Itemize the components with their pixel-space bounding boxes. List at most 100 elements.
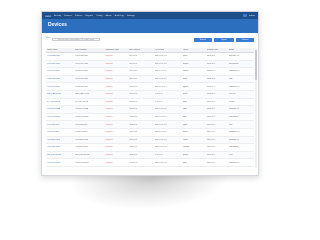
nav-item-config[interactable]: Config [96,15,102,17]
table-row[interactable]: C02XK1ABJGH5 C02XK1ABJGH5 Compliant 10/12/2… [46,53,254,61]
column-header-device-name[interactable]: Device Name [46,49,74,51]
table-row[interactable]: C02XK9IJJGHD C02XK9IJJGHD Compliant 10/07/2… [46,129,254,137]
table-row[interactable]: DMPQ2BCDEFGH DMPQ2BCDEFGH Compliant 10/06/2… [46,151,254,160]
table-row[interactable]: C02XK7GHJGHB C02XK7GHJGHB Compliant 10/08/2… [46,114,254,122]
table-cell: 10/10/2017 [129,85,138,88]
column-header-enrolled[interactable]: Enrolled Date [206,49,228,51]
table-cell: Compliant [105,123,113,126]
table-row[interactable]: C02XK5EFJGH9 C02XK5EFJGH9 Compliant 10/10/2… [46,83,254,91]
table-cell: 10/10/2017 [129,93,138,96]
table-cell: 06/01/2017 [207,55,216,58]
table-cell: 06/07/2017 [207,100,216,103]
table-cell: fyellow [183,154,189,157]
table-cell: Compliant [105,146,113,149]
table-cell: C02XKBKLJGHF [75,146,88,149]
table-cell[interactable]: C02XK8HIJGHC [46,124,74,126]
table-cell[interactable]: C02XK6FGJGHA [46,108,74,110]
scrollbar-thumb[interactable] [255,50,257,80]
table-cell[interactable]: C02XK3CDJGH7 [46,70,74,72]
table-cell[interactable]: C02XK9IJJGHD [46,131,74,133]
nav-item-audit-log[interactable]: Audit Log [115,15,124,17]
table-cell[interactable]: C02XKCLMJGHG [46,162,74,164]
table-cell: 10/07/2017 [129,138,138,141]
table-cell[interactable]: C02XK2BCJGH6 [46,63,74,65]
table-cell[interactable]: C02XK1ABJGH5 [46,55,74,57]
table-cell[interactable]: DMPQ1ABCDEFG [46,93,74,95]
table-cell[interactable]: C02XK5EFJGH9 [46,86,74,88]
table-cell: iOS 11.0.2 [155,154,163,157]
column-header-serial-number[interactable]: Serial Number [74,49,104,51]
table-cell: 10/06/2017 [129,154,138,157]
table-cell: kbrown [183,70,189,73]
nav-item-devices[interactable]: Devices [64,15,72,17]
table-cell: 06/11/2017 [207,131,216,134]
screenshot-stage: nelo Activity Devices Policies Reports C… [0,0,300,225]
table-cell: macOS 10.13.0 [155,131,167,134]
table-cell: macOS 10.12.5 [155,78,167,81]
table-cell[interactable]: DMPQ2BCDEFGH [46,154,74,156]
table-cell[interactable]: C02XKBKLJGHF [46,146,74,148]
columns-button[interactable]: Columns [236,38,254,42]
table-cell: 10/12/2017 [129,55,138,58]
table-cell: Compliant [105,78,113,81]
column-header-os-version[interactable]: OS Version [154,49,182,51]
page-title: Devices [48,22,67,28]
table-row[interactable]: DMPQ1ABCDEFG DMPQ1ABCDEFG Compliant 10/10/2… [46,90,254,99]
table-cell: lwhite [183,78,188,81]
table-cell: 06/03/2017 [207,70,216,73]
user-menu[interactable]: admin [249,15,255,17]
table-cell[interactable]: C02XKAJKJGHE [46,139,74,141]
table-cell: macOS 10.12.6 [155,85,167,88]
table-cell: 10/09/2017 [129,100,138,103]
table-row[interactable]: C02XKBKLJGHF C02XKBKLJGHF Compliant 10/06/2… [46,144,254,152]
table-cell: 10/06/2017 [129,146,138,149]
export-button[interactable]: Export [214,38,234,42]
refresh-button[interactable]: Refresh [194,38,212,42]
table-cell: 06/09/2017 [207,116,216,119]
table-cell: Compliant [105,108,113,111]
notification-icon[interactable] [243,14,248,17]
column-header-owner[interactable]: Owner [182,49,206,51]
nav-item-activity[interactable]: Activity [54,15,61,17]
table-row[interactable]: C02XK3CDJGH7 C02XK3CDJGH7 Compliant 10/11/2… [46,68,254,76]
table-cell: Compliant [105,70,113,73]
table-cell: C02XK2BCJGH6 [75,62,88,65]
table-cell: DMPQ2BCDEFGH [75,154,90,157]
table-cell: MacBook Pro [229,108,240,111]
column-header-compliance[interactable]: Compliance State [104,49,128,51]
table-row[interactable]: C02XK6FGJGHA C02XK6FGJGHA Compliant 10/09/2… [46,106,254,114]
table-cell: macOS 10.12.6 [155,138,167,141]
nav-item-admin[interactable]: Admin [105,15,111,17]
table-row[interactable]: C02XKCLMJGHG C02XKCLMJGHG Compliant 10/05/2… [46,159,254,167]
table-cell: 10/05/2017 [129,161,138,164]
table-cell: mjones [183,62,189,65]
table-cell: 10/11/2017 [129,78,138,81]
table-cell[interactable]: C02XK4DEJGH8 [46,78,74,80]
vertical-scrollbar[interactable] [255,48,257,168]
nav-right-group: admin [243,14,255,17]
table-cell[interactable]: F17T2BCDEFGH [46,101,74,103]
table-cell: bsilver [183,131,188,134]
nav-item-reports[interactable]: Reports [85,15,93,17]
table-cell: sblue [183,108,188,111]
column-header-model[interactable]: Model [228,49,254,51]
nav-item-policies[interactable]: Policies [75,15,83,17]
column-header-last-checkin[interactable]: Last Check-in [128,49,154,51]
filter-hint: Filter by name, serial number, OS, model… [58,39,96,41]
table-cell: 06/02/2017 [207,62,216,65]
table-row[interactable]: C02XK2BCJGH6 C02XK2BCJGH6 Compliant 10/12/2… [46,60,254,69]
table-row[interactable]: C02XKAJKJGHE C02XKAJKJGHE Compliant 10/07/2… [46,136,254,145]
table-row[interactable]: C02XK8HIJGHC C02XK8HIJGHC Compliant 10/08/2… [46,121,254,129]
table-cell[interactable]: C02XK7GHJGHB [46,116,74,118]
table-row[interactable]: F17T2BCDEFGH F17T2BCDEFGH Compliant 10/09/2… [46,99,254,107]
nav-item-settings[interactable]: Settings [127,15,135,17]
table-cell: 10/08/2017 [129,123,138,126]
table-cell: macOS 10.12.4 [155,123,167,126]
table-cell: MacBook Pro [229,55,240,58]
table-body: C02XK1ABJGH5 C02XK1ABJGH5 Compliant 10/12/2… [46,53,254,167]
table-row[interactable]: C02XK4DEJGH8 C02XK4DEJGH8 Compliant 10/11/2… [46,75,254,84]
brand-logo[interactable]: nelo [45,14,51,18]
table-cell: 06/10/2017 [207,123,216,126]
table-cell: 06/14/2017 [207,154,216,157]
filter-label: Filter [46,37,51,39]
